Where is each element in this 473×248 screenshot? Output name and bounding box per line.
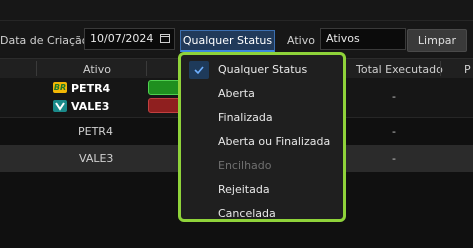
- header-p[interactable]: P: [464, 63, 471, 76]
- status-option-encilhado: Encilhado: [218, 159, 272, 172]
- clear-button[interactable]: Limpar: [407, 29, 467, 52]
- petrobras-logo: BR: [53, 82, 67, 93]
- column-divider: [440, 61, 441, 76]
- status-dropdown: Qualquer Status Aberta Finalizada Aberta…: [178, 52, 346, 222]
- status-option-rejeitada[interactable]: Rejeitada: [218, 183, 270, 196]
- calendar-icon[interactable]: [160, 33, 170, 43]
- date-value: 10/07/2024: [90, 32, 154, 45]
- row-total: -: [392, 125, 396, 138]
- status-option-qualquer[interactable]: Qualquer Status: [218, 63, 307, 76]
- header-total-executado[interactable]: Total Executado: [356, 63, 443, 76]
- row-ativo: PETR4: [78, 125, 113, 138]
- selected-indicator: [189, 61, 209, 79]
- ativo-field[interactable]: Ativos: [320, 28, 406, 50]
- status-option-aberta-ou-finalizada[interactable]: Aberta ou Finalizada: [218, 135, 330, 148]
- row-total: -: [392, 152, 396, 165]
- ativo-label: Ativo: [287, 34, 315, 47]
- status-option-cancelada[interactable]: Cancelada: [218, 207, 276, 220]
- status-option-aberta[interactable]: Aberta: [218, 87, 255, 100]
- ticker-vale3: VALE3: [71, 100, 110, 113]
- vale-v-icon: [55, 102, 65, 111]
- top-divider: [0, 20, 473, 21]
- buy-bar: [148, 80, 182, 95]
- column-divider: [146, 61, 147, 76]
- header-ativo[interactable]: Ativo: [83, 63, 111, 76]
- status-select[interactable]: Qualquer Status: [180, 30, 275, 52]
- ticker-petr4: PETR4: [71, 82, 111, 95]
- sell-bar: [148, 98, 182, 113]
- checkmark-icon: [194, 66, 204, 75]
- group-total: -: [392, 90, 396, 103]
- date-field[interactable]: 10/07/2024: [84, 28, 175, 50]
- ativo-value: Ativos: [326, 32, 360, 45]
- status-option-finalizada[interactable]: Finalizada: [218, 111, 273, 124]
- vale-logo: [53, 100, 67, 112]
- column-divider: [36, 61, 37, 76]
- row-ativo: VALE3: [79, 152, 114, 165]
- date-label: Data de Criação: [0, 34, 89, 47]
